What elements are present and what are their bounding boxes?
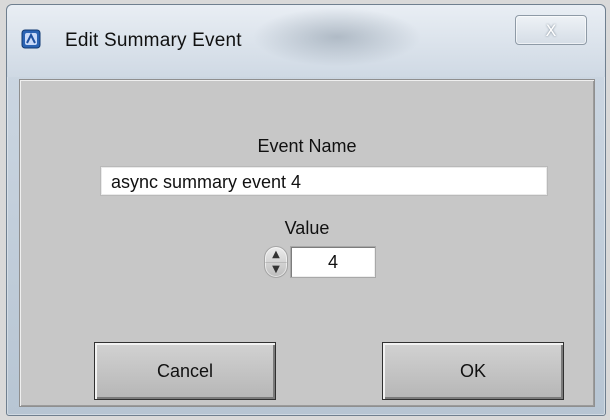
spinner-up-button[interactable]: ▲ <box>265 247 287 263</box>
value-spinner[interactable]: ▲ ▼ <box>264 246 288 278</box>
value-label: Value <box>284 218 330 238</box>
close-icon: X <box>545 20 557 40</box>
window-title: Edit Summary Event <box>65 30 242 51</box>
title-bar[interactable]: Edit Summary Event X <box>7 5 605 77</box>
dialog-content: Event Name async summary event 4 Value ▲… <box>19 79 595 407</box>
app-icon <box>21 29 41 49</box>
chevron-down-icon: ▼ <box>272 264 280 275</box>
close-button[interactable]: X <box>515 15 587 45</box>
event-name-field[interactable]: async summary event 4 <box>100 166 548 196</box>
spinner-down-button[interactable]: ▼ <box>265 262 287 277</box>
chevron-up-icon: ▲ <box>272 249 280 260</box>
cancel-button[interactable]: Cancel <box>94 342 276 400</box>
ok-button[interactable]: OK <box>382 342 564 400</box>
value-field[interactable]: 4 <box>290 246 376 278</box>
event-name-label: Event Name <box>257 136 357 156</box>
dialog-window: Edit Summary Event X Event Name async su… <box>6 4 606 416</box>
